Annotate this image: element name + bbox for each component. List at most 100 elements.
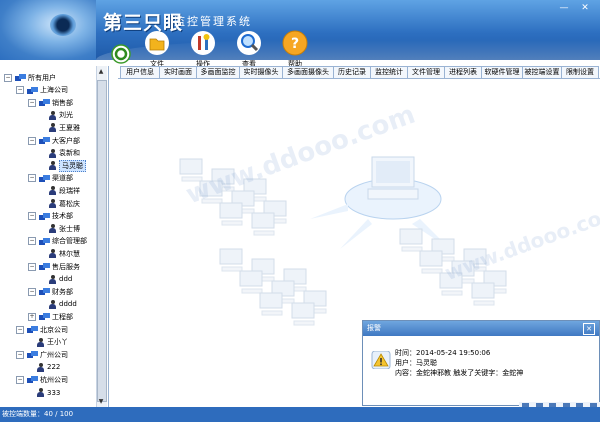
tree-group-node[interactable]: − 综合管理部: [28, 236, 87, 247]
client-pc-monitor[interactable]: [291, 302, 315, 319]
function-tabs: 用户信息 实时画面 多画面监控 实时摄像头 多画面摄像头 历史记录 监控统计 文…: [118, 66, 600, 79]
tree-user-node[interactable]: ddd: [40, 274, 72, 285]
client-pc-monitor[interactable]: [471, 282, 495, 299]
client-pc-keyboard: [253, 230, 275, 236]
tree-group-node[interactable]: + 工程部: [28, 311, 73, 322]
scroll-up-arrow-icon[interactable]: ▲: [97, 68, 105, 76]
tree-user-node[interactable]: 333: [28, 387, 60, 398]
tree-group-node[interactable]: − 所有用户: [4, 72, 56, 83]
tab-user-info[interactable]: 用户信息: [120, 66, 160, 78]
tree-user-node[interactable]: 222: [28, 362, 60, 373]
client-pc-monitor[interactable]: [219, 202, 243, 219]
tree-group-node[interactable]: − 售后服务: [28, 261, 80, 272]
tab-realtime-camera[interactable]: 实时摄像头: [239, 66, 283, 78]
collapse-icon[interactable]: −: [4, 73, 12, 82]
tab-realtime-screen[interactable]: 实时画面: [159, 66, 197, 78]
collapse-icon[interactable]: −: [28, 136, 36, 145]
tree-group-node[interactable]: − 大客户部: [28, 135, 80, 146]
tree-node-label: 杭州公司: [40, 375, 68, 384]
tree-user-node[interactable]: 马灵聪: [40, 159, 86, 172]
tab-multi-camera[interactable]: 多画面摄像头: [282, 66, 334, 78]
tab-file-manage[interactable]: 文件管理: [407, 66, 445, 78]
collapse-icon[interactable]: −: [28, 237, 36, 246]
collapse-icon[interactable]: −: [16, 86, 24, 95]
toolbar-operate-button[interactable]: 操作: [186, 30, 220, 70]
expand-icon[interactable]: +: [28, 312, 36, 321]
tab-limit-settings[interactable]: 限制设置: [561, 66, 599, 78]
tree-group-node[interactable]: − 北京公司: [16, 324, 68, 335]
collapse-icon[interactable]: −: [28, 287, 36, 296]
group-icon: [39, 174, 50, 182]
client-pc-monitor[interactable]: [419, 250, 443, 267]
tree-group-node[interactable]: − 杭州公司: [16, 374, 68, 385]
tree-user-node[interactable]: dddd: [40, 299, 77, 310]
tree-group-node[interactable]: − 渠道部: [28, 173, 73, 184]
group-icon: [39, 237, 50, 245]
tree-node-label: 段瑞祥: [59, 186, 80, 195]
alarm-close-button[interactable]: ✕: [583, 323, 595, 335]
tree-node-label: 售后服务: [52, 262, 80, 271]
collapse-icon[interactable]: −: [16, 375, 24, 384]
app-subtitle: 监控管理系统: [174, 15, 252, 28]
toolbar-view-button[interactable]: 查看: [232, 30, 266, 70]
client-pc-monitor[interactable]: [239, 270, 263, 287]
collapse-icon[interactable]: −: [16, 350, 24, 359]
tab-history[interactable]: 历史记录: [333, 66, 371, 78]
tree-group-node[interactable]: − 广州公司: [16, 349, 68, 360]
collapse-icon[interactable]: −: [28, 262, 36, 271]
close-button[interactable]: ✕: [578, 3, 592, 14]
alarm-time: 时间：2014-05-24 19:50:06: [395, 349, 491, 357]
tab-multi-screen-monitor[interactable]: 多画面监控: [196, 66, 240, 78]
tree-user-node[interactable]: 林尔慧: [40, 248, 80, 259]
user-icon: [37, 362, 44, 372]
tree-user-node[interactable]: 段瑞祥: [40, 185, 80, 196]
scroll-down-arrow-icon[interactable]: ▼: [97, 398, 105, 406]
toolbar-file-button[interactable]: 文件: [140, 30, 174, 70]
client-pc-monitor[interactable]: [251, 212, 275, 229]
group-icon: [27, 376, 38, 384]
tree-group-node[interactable]: − 销售部: [28, 97, 73, 108]
collapse-icon[interactable]: −: [28, 212, 36, 221]
user-icon: [49, 161, 56, 171]
client-pc-keyboard: [401, 246, 423, 252]
tree-node-label: 333: [47, 388, 61, 397]
tab-monitor-stats[interactable]: 监控统计: [370, 66, 408, 78]
client-pc-monitor[interactable]: [399, 228, 423, 245]
tree-user-node[interactable]: 葛松庆: [40, 198, 80, 209]
tree-user-node[interactable]: 刘光: [40, 110, 73, 121]
client-pc-monitor[interactable]: [259, 292, 283, 309]
tree-user-node[interactable]: 王小丫: [28, 337, 68, 348]
collapse-icon[interactable]: −: [16, 325, 24, 334]
alarm-user: 用户：马灵聪: [395, 359, 437, 367]
client-pc-monitor[interactable]: [179, 158, 203, 175]
tree-user-node[interactable]: 袁新和: [40, 148, 80, 159]
group-icon: [39, 212, 50, 220]
tab-process-list[interactable]: 进程列表: [444, 66, 482, 78]
client-count-status: 被控端数量：40 / 100: [2, 410, 74, 418]
tree-node-label: 技术部: [52, 212, 73, 221]
collapse-icon[interactable]: −: [28, 98, 36, 107]
tree-user-node[interactable]: 王夏雅: [40, 122, 80, 133]
tree-group-node[interactable]: − 财务部: [28, 286, 73, 297]
user-icon: [49, 249, 56, 259]
group-icon: [15, 74, 26, 81]
tree-scroll-thumb[interactable]: [97, 80, 107, 402]
tree-node-label: 林尔慧: [59, 249, 80, 258]
tree-group-node[interactable]: − 上海公司: [16, 85, 68, 96]
tab-hardware-software[interactable]: 软硬件管理: [481, 66, 523, 78]
tools-icon: [191, 31, 215, 55]
tree-node-label: 所有用户: [28, 73, 56, 82]
tree-node-label: 王夏雅: [59, 123, 80, 132]
tab-client-settings[interactable]: 被控端设置: [522, 66, 562, 78]
eye-logo-graphic: [0, 0, 96, 60]
tree-group-node[interactable]: − 技术部: [28, 211, 73, 222]
tree-node-label: 工程部: [52, 312, 73, 321]
collapse-icon[interactable]: −: [28, 174, 36, 183]
minimize-button[interactable]: —: [557, 3, 571, 14]
client-pc-monitor[interactable]: [219, 248, 243, 265]
toolbar-help-button[interactable]: ? 帮助: [278, 30, 312, 70]
alarm-content: 内容：金蛇神邪教 触发了关键字：金蛇神: [395, 369, 524, 377]
tree-user-node[interactable]: 张士博: [40, 223, 80, 234]
status-bar: 被控端数量：40 / 100: [0, 407, 600, 422]
user-icon: [49, 123, 56, 133]
